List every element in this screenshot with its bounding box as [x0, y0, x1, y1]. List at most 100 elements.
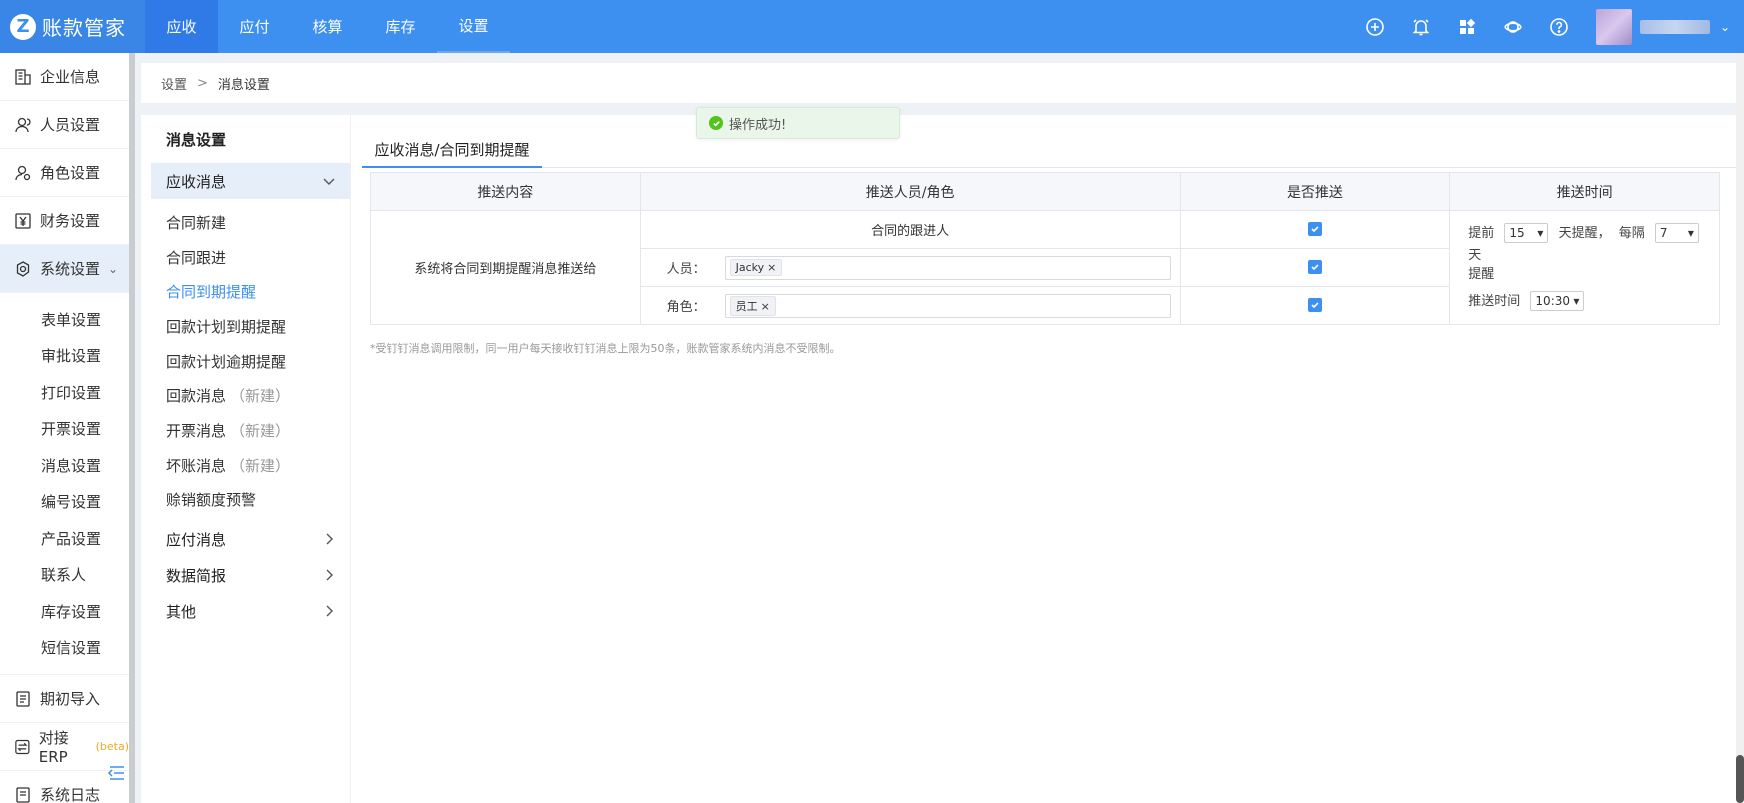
- sidebar-sub-print[interactable]: 打印设置: [0, 374, 129, 411]
- page-scrollbar-track[interactable]: [1736, 53, 1744, 803]
- app-logo[interactable]: Z 账款管家: [0, 0, 145, 53]
- submenu-item-bad-debt-message[interactable]: 坏账消息 （新建）: [151, 448, 350, 483]
- submenu-item-contract-expiry[interactable]: 合同到期提醒: [151, 274, 350, 309]
- submenu-group-data-brief[interactable]: 数据简报: [151, 557, 350, 593]
- interval-unit: 天: [1468, 247, 1482, 263]
- person-tag-input[interactable]: Jacky ×: [724, 255, 1171, 280]
- sidebar-sub-sms[interactable]: 短信设置: [0, 630, 129, 667]
- tab-strip: 应收消息/合同到期提醒: [362, 132, 1736, 168]
- sidebar-item-roles[interactable]: 角色设置: [0, 149, 129, 197]
- chevron-right-icon: [326, 533, 333, 545]
- person-push-checkbox[interactable]: [1307, 259, 1322, 274]
- topnav-accounting[interactable]: 核算: [291, 0, 364, 53]
- help-icon[interactable]: [1536, 0, 1582, 53]
- follower-checkbox-cell: [1179, 210, 1451, 249]
- follower-cell: 合同的跟进人: [639, 210, 1181, 249]
- role-push-checkbox[interactable]: [1307, 297, 1322, 312]
- sidebar-item-label: 期初导入: [40, 690, 101, 708]
- submenu-group-label: 应付消息: [166, 530, 227, 549]
- role-tag: 员工 ×: [729, 295, 776, 316]
- check-circle-icon: [709, 116, 723, 130]
- user-menu[interactable]: ⌄: [1595, 8, 1730, 45]
- sidebar-item-staff[interactable]: 人员设置: [0, 101, 129, 149]
- push-content-cell: 系统将合同到期提醒消息推送给: [370, 210, 641, 325]
- topnav-payable[interactable]: 应付: [218, 0, 291, 53]
- submenu-group-other[interactable]: 其他: [151, 593, 350, 629]
- follower-push-checkbox[interactable]: [1307, 221, 1322, 236]
- submenu-item-credit-warning[interactable]: 赊销额度预警: [151, 483, 350, 518]
- erp-icon: [15, 739, 30, 754]
- sidebar-item-system[interactable]: 系统设置 ⌄: [0, 245, 129, 293]
- sidebar-item-label: 对接ERP: [38, 729, 69, 766]
- sidebar-sub-approval[interactable]: 审批设置: [0, 338, 129, 375]
- bell-icon[interactable]: [1398, 0, 1444, 53]
- chevron-down-icon[interactable]: ⌄: [1720, 20, 1730, 34]
- person-cell: 人员： Jacky ×: [639, 248, 1181, 287]
- avatar[interactable]: [1595, 8, 1632, 45]
- sidebar-item-erp[interactable]: 对接ERP (beta): [0, 723, 129, 771]
- import-icon: [16, 690, 30, 707]
- person-label: 人员：: [666, 262, 706, 277]
- chevron-down-icon: ⌄: [108, 261, 119, 276]
- sidebar-sub-inventory[interactable]: 库存设置: [0, 593, 129, 630]
- topnav-inventory[interactable]: 库存: [364, 0, 437, 53]
- sidebar-item-label: 企业信息: [40, 68, 101, 86]
- submenu-item-payment-plan-overdue[interactable]: 回款计划逾期提醒: [151, 344, 350, 379]
- submenu-item-contract-follow[interactable]: 合同跟进: [151, 240, 350, 275]
- sidebar-item-initial-import[interactable]: 期初导入: [0, 675, 129, 723]
- sidebar-sub-message[interactable]: 消息设置: [0, 447, 129, 484]
- header-push-content: 推送内容: [370, 172, 641, 211]
- message-submenu: 消息设置 应收消息 合同新建 合同跟进 合同到期提醒 回款计划到期提醒 回款计划…: [151, 115, 351, 803]
- role-icon: [15, 165, 31, 180]
- submenu-item-payment-message[interactable]: 回款消息 （新建）: [151, 378, 350, 413]
- content-area: 消息设置 应收消息 合同新建 合同跟进 合同到期提醒 回款计划到期提醒 回款计划…: [141, 115, 1736, 803]
- sidebar-sub-product[interactable]: 产品设置: [0, 520, 129, 557]
- tag-remove-icon[interactable]: ×: [767, 261, 776, 274]
- role-checkbox-cell: [1179, 286, 1451, 325]
- send-time-select[interactable]: 10:30 ▾: [1530, 291, 1585, 311]
- app-title: 账款管家: [42, 16, 126, 40]
- log-icon: [16, 786, 30, 803]
- page-scrollbar-thumb[interactable]: [1736, 755, 1744, 803]
- submenu-group-label: 应收消息: [166, 172, 227, 191]
- sidebar-item-label: 人员设置: [40, 116, 101, 134]
- submenu-group-label: 数据简报: [166, 566, 227, 585]
- submenu-item-contract-new[interactable]: 合同新建: [151, 205, 350, 240]
- add-circle-icon[interactable]: [1352, 0, 1398, 53]
- sidebar-sub-form[interactable]: 表单设置: [0, 301, 129, 338]
- breadcrumb: 设置 > 消息设置: [141, 63, 1736, 103]
- sidebar: 企业信息 人员设置 角色设置 财务设置 系统设置 ⌄ 表单设置 审批设置 打印设…: [0, 53, 135, 803]
- submenu-item-invoice-message[interactable]: 开票消息 （新建）: [151, 413, 350, 448]
- push-time-cell: 提前 15 ▾ 天提醒， 每隔 7 ▾ 天 提醒 推送时间 10:30 ▾: [1449, 210, 1720, 325]
- sidebar-sub-numbering[interactable]: 编号设置: [0, 484, 129, 521]
- sidebar-item-company-info[interactable]: 企业信息: [0, 53, 129, 101]
- sidebar-sub-invoice[interactable]: 开票设置: [0, 411, 129, 448]
- headset-icon[interactable]: [1490, 0, 1536, 53]
- before-label: 提前: [1468, 225, 1495, 241]
- role-tag-input[interactable]: 员工 ×: [724, 293, 1171, 318]
- apps-grid-icon[interactable]: [1444, 0, 1490, 53]
- topnav-receivable[interactable]: 应收: [145, 0, 218, 53]
- tab-contract-expiry[interactable]: 应收消息/合同到期提醒: [362, 132, 542, 168]
- tag-remove-icon[interactable]: ×: [761, 300, 770, 313]
- interval-label: 每隔: [1618, 225, 1645, 241]
- submenu-group-payable[interactable]: 应付消息: [151, 521, 350, 557]
- submenu-group-receivable[interactable]: 应收消息: [151, 163, 350, 199]
- success-toast: 操作成功!: [696, 107, 900, 139]
- header-push-time: 推送时间: [1449, 172, 1720, 211]
- sidebar-item-finance[interactable]: 财务设置: [0, 197, 129, 245]
- sidebar-sub-contacts[interactable]: 联系人: [0, 557, 129, 594]
- breadcrumb-root[interactable]: 设置: [161, 74, 187, 93]
- submenu-items: 合同新建 合同跟进 合同到期提醒 回款计划到期提醒 回款计划逾期提醒 回款消息（…: [151, 199, 350, 521]
- role-label: 角色：: [666, 300, 706, 315]
- submenu-item-payment-plan-due[interactable]: 回款计划到期提醒: [151, 309, 350, 344]
- collapse-menu-icon[interactable]: [106, 765, 126, 781]
- role-cell: 角色： 员工 ×: [639, 286, 1181, 325]
- interval-days-select[interactable]: 7 ▾: [1654, 223, 1699, 243]
- send-time-label: 推送时间: [1468, 293, 1521, 309]
- topnav-settings[interactable]: 设置: [437, 0, 510, 53]
- toast-text: 操作成功!: [729, 117, 787, 133]
- sidebar-item-label: 系统设置: [40, 260, 101, 278]
- before-days-select[interactable]: 15 ▾: [1504, 223, 1549, 243]
- user-icon: [15, 117, 31, 132]
